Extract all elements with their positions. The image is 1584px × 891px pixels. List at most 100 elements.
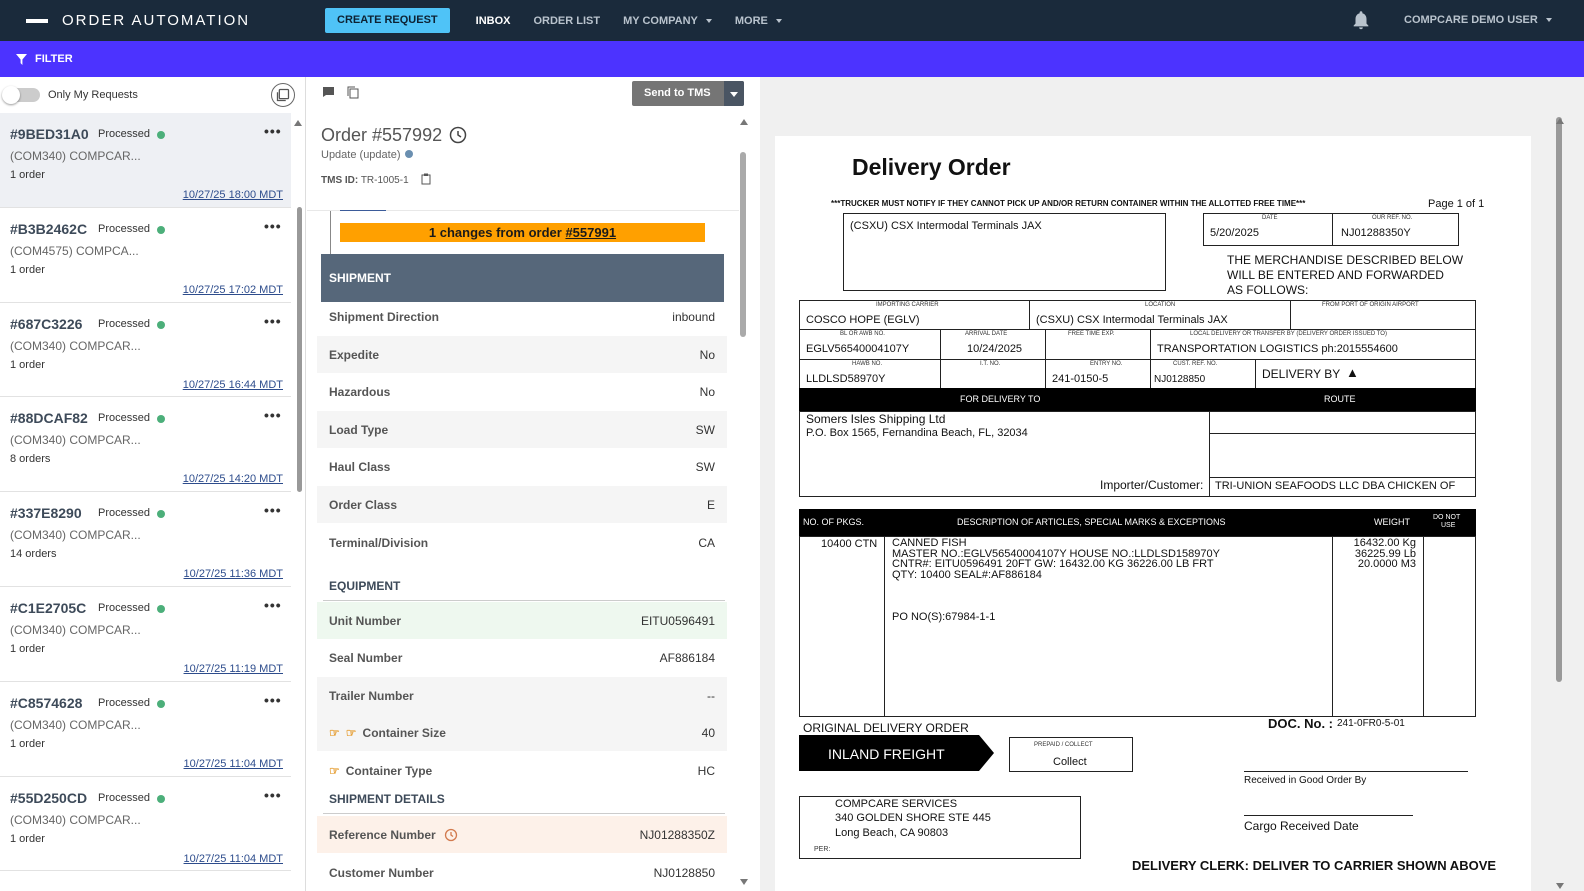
date-ref-divider <box>1332 214 1333 245</box>
field-row[interactable]: Order Class E <box>317 486 727 523</box>
chevron-down-icon <box>775 18 782 23</box>
more-options-icon[interactable]: ••• <box>264 407 282 423</box>
field-row[interactable]: Customer Number NJ0128850 <box>317 854 727 891</box>
date-value: 5/20/2025 <box>1210 227 1259 239</box>
clipboard-icon[interactable] <box>421 173 431 185</box>
only-my-requests-toggle[interactable] <box>2 86 40 104</box>
menu-icon[interactable] <box>26 18 48 23</box>
date-label: DATE <box>1262 215 1278 221</box>
request-list-item[interactable]: #B3B2462C Processed ••• (COM4575) COMPCA...… <box>0 208 291 303</box>
request-list-item[interactable]: #C8574628 Processed ••• (COM340) COMPCAR...… <box>0 682 291 777</box>
request-status: Processed <box>98 791 150 804</box>
request-list: #9BED31A0 Processed ••• (COM340) COMPCAR...… <box>0 113 305 872</box>
request-date-link[interactable]: 10/27/25 14:20 MDT <box>183 473 283 485</box>
copy-icon[interactable] <box>347 86 359 99</box>
nav-inbox-label: INBOX <box>475 14 511 27</box>
field-row[interactable]: Hazardous No <box>317 373 727 410</box>
more-options-icon[interactable]: ••• <box>264 502 282 518</box>
order-title-text: Order #557992 <box>321 125 443 145</box>
nav-my-company[interactable]: MY COMPANY <box>623 15 712 27</box>
request-status: Processed <box>98 601 150 614</box>
list-scrollbar-thumb[interactable] <box>297 207 302 492</box>
request-date-link[interactable]: 10/27/25 18:00 MDT <box>183 189 283 201</box>
request-date-link[interactable]: 10/27/25 11:36 MDT <box>184 568 283 580</box>
doc-title: Delivery Order <box>852 154 1011 180</box>
field-row[interactable]: Shipment Direction inbound <box>317 298 727 335</box>
request-id: #337E8290 <box>10 505 82 522</box>
address-line-3: Long Beach, CA 90803 <box>835 827 949 839</box>
status-dot-icon <box>157 131 165 139</box>
field-row[interactable]: Trailer Number -- <box>317 676 727 714</box>
request-status: Processed <box>98 412 150 425</box>
field-row[interactable]: Expedite No <box>317 335 727 373</box>
request-date-link[interactable]: 10/27/25 11:04 MDT <box>184 758 283 770</box>
tms-id-value: TR-1005-1 <box>360 175 409 186</box>
request-list-item[interactable]: #88DCAF82 Processed ••• (COM340) COMPCAR...… <box>0 397 291 493</box>
nav-inbox[interactable]: INBOX <box>476 15 511 27</box>
nav-more[interactable]: MORE <box>735 15 782 27</box>
cust-value: NJ0128850 <box>1154 374 1206 385</box>
more-options-icon[interactable]: ••• <box>264 787 282 803</box>
user-menu[interactable]: COMPCARE DEMO USER <box>1404 14 1552 26</box>
request-list-item[interactable]: #C1E2705C Processed ••• (COM340) COMPCAR...… <box>0 587 291 682</box>
arrival-label: ARRIVAL DATE <box>965 331 1008 337</box>
history-icon[interactable] <box>444 828 458 842</box>
request-date-link[interactable]: 10/27/25 11:04 MDT <box>184 853 283 865</box>
field-value: -- <box>707 688 715 703</box>
consignee-name: Somers Isles Shipping Ltd <box>806 412 946 426</box>
send-to-tms-dropdown[interactable] <box>724 81 744 106</box>
copy-requests-icon[interactable] <box>271 83 295 107</box>
route-label: ROUTE <box>1324 394 1356 404</box>
more-options-icon[interactable]: ••• <box>264 692 282 708</box>
field-row[interactable]: Load Type SW <box>317 410 727 448</box>
it-label: I.T. NO. <box>980 361 1001 367</box>
shipment-section-header[interactable]: SHIPMENT <box>321 254 724 302</box>
request-customer: (COM340) COMPCAR... <box>10 338 141 353</box>
desc-po-line: PO NO(S):67984-1-1 <box>892 611 996 623</box>
field-label-text: Unit Number <box>329 614 401 628</box>
articles-box: 10400 CTN CANNED FISH MASTER NO.:EGLV565… <box>799 536 1476 717</box>
previous-order-link[interactable]: #557991 <box>565 225 616 240</box>
request-date-link[interactable]: 10/27/25 16:44 MDT <box>183 379 283 391</box>
desc-label: DESCRIPTION OF ARTICLES, SPECIAL MARKS &… <box>957 517 1226 527</box>
field-row[interactable]: ☞ ☞ Container Size 40 <box>317 714 727 752</box>
field-label-text: Container Type <box>345 763 433 778</box>
request-date-link[interactable]: 10/27/25 17:02 MDT <box>183 284 283 296</box>
request-list-item[interactable]: #9BED31A0 Processed ••• (COM340) COMPCAR...… <box>0 113 291 208</box>
order-header: Order #557992 Update (update) TMS ID: TR… <box>307 113 739 211</box>
field-value: E <box>706 498 715 512</box>
field-row[interactable]: ☞ Container Type HC <box>317 752 727 789</box>
field-value: SW <box>695 422 715 437</box>
chevron-down-icon <box>1545 18 1552 22</box>
change-indicator-underline <box>340 210 386 211</box>
request-date-link[interactable]: 10/27/25 11:19 MDT <box>184 663 283 675</box>
hawb-value: LLDLSD58970Y <box>806 373 886 385</box>
create-request-button[interactable]: CREATE REQUEST <box>325 8 450 33</box>
history-icon[interactable] <box>449 126 467 144</box>
more-options-icon[interactable]: ••• <box>264 597 282 613</box>
notification-bell-icon[interactable] <box>1350 9 1372 31</box>
local-label: LOCAL DELIVERY OR TRANSFER BY (DELIVERY … <box>1190 331 1387 337</box>
more-options-icon[interactable]: ••• <box>264 313 282 329</box>
field-row[interactable]: Seal Number AF886184 <box>317 639 727 676</box>
field-row[interactable]: Terminal/Division CA <box>317 524 727 561</box>
more-options-icon[interactable]: ••• <box>264 218 282 234</box>
importer-value: TRI-UNION SEAFOODS LLC DBA CHICKEN OF <box>1215 480 1456 492</box>
request-list-item[interactable]: #337E8290 Processed ••• (COM340) COMPCAR...… <box>0 492 291 587</box>
request-id: #88DCAF82 <box>10 410 88 427</box>
nav-order-list[interactable]: ORDER LIST <box>533 15 600 27</box>
do-not-label: DO NOT <box>1433 514 1461 521</box>
field-row[interactable]: Unit Number EITU0596491 <box>317 602 727 639</box>
more-options-icon[interactable]: ••• <box>264 123 282 139</box>
filter-bar[interactable]: FILTER <box>0 41 1584 77</box>
app-logo[interactable]: ORDER AUTOMATION <box>26 12 306 29</box>
request-list-item[interactable]: #55D250CD Processed ••• (COM340) COMPCAR...… <box>0 777 291 872</box>
location-label: LOCATION <box>1145 302 1176 308</box>
field-row[interactable]: Reference Number NJ01288350Z <box>317 816 727 853</box>
filter-icon <box>16 53 27 65</box>
grid-col-5 <box>1150 329 1151 388</box>
request-list-item[interactable]: #687C3226 Processed ••• (COM340) COMPCAR...… <box>0 303 291 398</box>
comment-icon[interactable] <box>322 86 335 98</box>
field-row[interactable]: Haul Class SW <box>317 448 727 485</box>
equipment-divider <box>323 600 725 601</box>
